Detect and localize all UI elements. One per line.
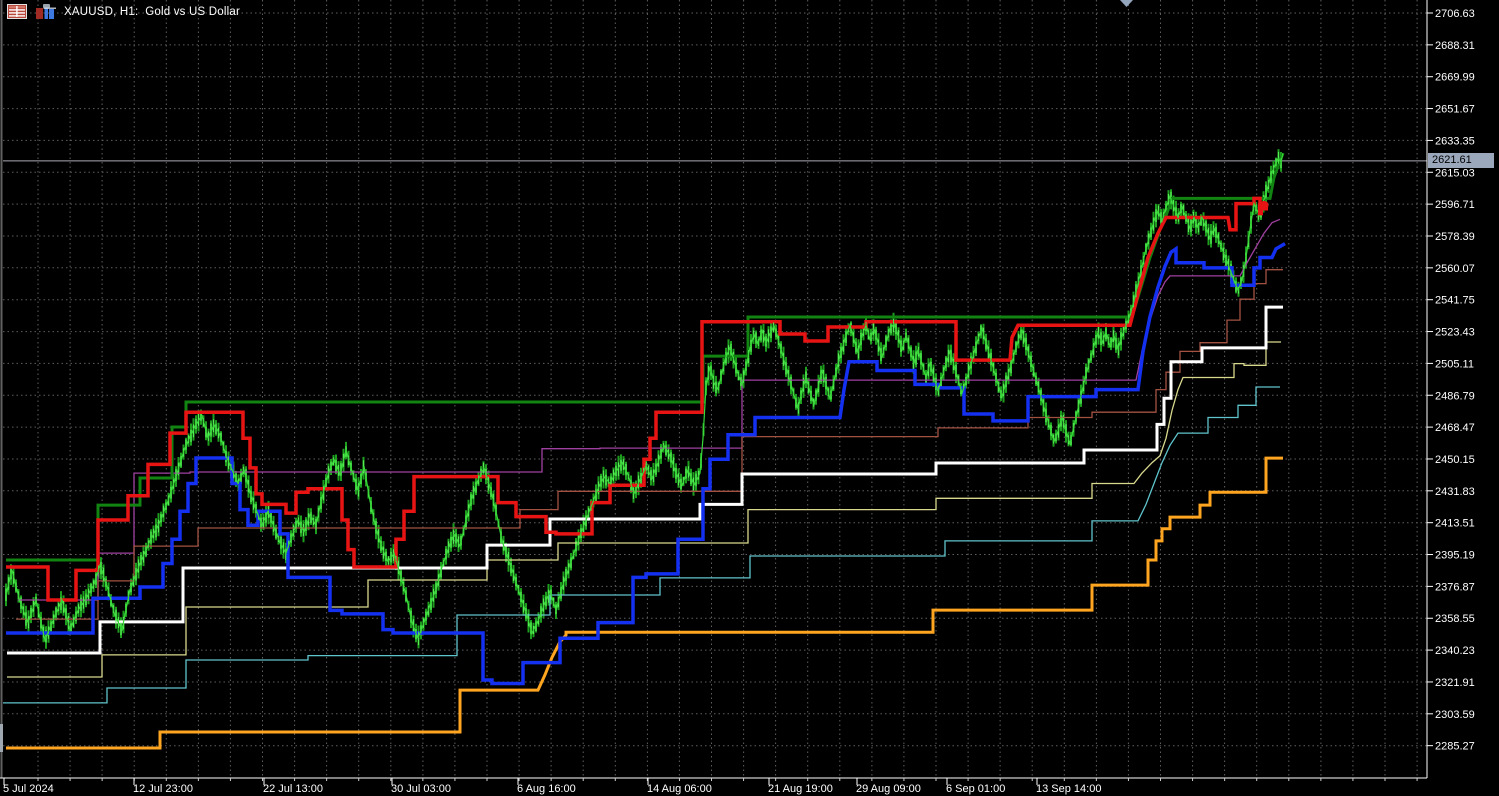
y-axis-label: 2486.79 [1435, 390, 1475, 402]
chart-plot-area[interactable]: 2706.63 2688.31 2669.99 2651.67 2633.35 2615.… [0, 0, 1499, 796]
y-axis-label: 2523.43 [1435, 327, 1475, 339]
series-stop-line-orange [6, 458, 1283, 748]
y-axis[interactable]: 2706.63 2688.31 2669.99 2651.67 2633.35 2615.… [1427, 8, 1475, 753]
y-axis-label: 2615.03 [1435, 167, 1475, 179]
table-icon [7, 3, 27, 20]
y-axis-label: 2468.47 [1435, 422, 1475, 434]
y-axis-label: 2285.27 [1435, 741, 1475, 753]
x-axis-label: 29 Aug 09:00 [856, 783, 921, 795]
bar-chart-icon [35, 3, 56, 20]
y-axis-label: 2358.55 [1435, 613, 1475, 625]
x-axis-label: 12 Jul 23:00 [133, 783, 193, 795]
y-axis-label: 2596.71 [1435, 199, 1475, 211]
y-axis-label: 2340.23 [1435, 645, 1475, 657]
y-axis-label: 2321.91 [1435, 677, 1475, 689]
y-axis-label: 2303.59 [1435, 709, 1475, 721]
left-border [0, 0, 3, 778]
x-axis-label: 22 Jul 13:00 [263, 783, 323, 795]
current-price-value: 2621.61 [1432, 154, 1472, 166]
y-axis-label: 2633.35 [1435, 135, 1475, 147]
y-axis-label: 2578.39 [1435, 231, 1475, 243]
chart-window: 2706.63 2688.31 2669.99 2651.67 2633.35 2615.… [0, 0, 1499, 796]
y-axis-label: 2688.31 [1435, 40, 1475, 52]
x-axis-label: 21 Aug 19:00 [768, 783, 833, 795]
y-axis-label: 2431.83 [1435, 486, 1475, 498]
x-axis-label: 13 Sep 14:00 [1036, 783, 1101, 795]
x-axis[interactable]: 5 Jul 2024 12 Jul 23:00 22 Jul 13:00 30 Jul… [3, 778, 1417, 795]
y-axis-label: 2541.75 [1435, 295, 1475, 307]
x-axis-label: 6 Aug 16:00 [517, 783, 576, 795]
current-price-box: 2621.61 [1428, 153, 1494, 168]
x-axis-label: 14 Aug 06:00 [647, 783, 712, 795]
y-axis-label: 2376.87 [1435, 581, 1475, 593]
y-axis-label: 2706.63 [1435, 8, 1475, 20]
time-marker-icon [1120, 0, 1133, 7]
chart-titlebar: XAUUSD, H1: Gold vs US Dollar [7, 3, 240, 20]
series-level-cyan [3, 387, 1280, 703]
candles [6, 149, 1281, 649]
x-axis-label: 6 Sep 01:00 [946, 783, 1005, 795]
y-axis-label: 2669.99 [1435, 72, 1475, 84]
x-axis-label: 30 Jul 03:00 [391, 783, 451, 795]
scrollbar-thumb [0, 724, 3, 752]
y-axis-label: 2560.07 [1435, 263, 1475, 275]
time-marker [1120, 0, 1133, 7]
y-axis-label: 2413.51 [1435, 518, 1475, 530]
chart-title: XAUUSD, H1: Gold vs US Dollar [64, 6, 240, 18]
y-axis-label: 2651.67 [1435, 104, 1475, 116]
x-axis-label: 5 Jul 2024 [3, 783, 54, 795]
y-axis-label: 2395.19 [1435, 550, 1475, 562]
y-axis-label: 2505.11 [1435, 358, 1474, 370]
y-axis-label: 2450.15 [1435, 454, 1475, 466]
